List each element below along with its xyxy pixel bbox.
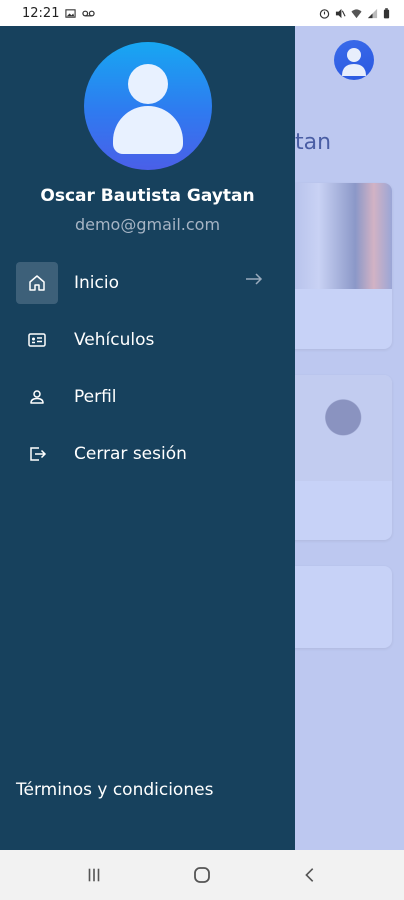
recent-apps-button[interactable] — [79, 860, 109, 890]
avatar-head-shape — [128, 64, 168, 104]
menu-item-label: Perfil — [74, 386, 117, 407]
menu-item-label: Vehículos — [74, 329, 155, 350]
terms-link[interactable]: Términos y condiciones — [16, 780, 213, 800]
user-avatar-icon — [342, 48, 366, 76]
menu-item-label: Inicio — [74, 272, 119, 293]
voicemail-icon — [82, 10, 96, 16]
avatar[interactable] — [334, 40, 374, 80]
status-bar: 12:21 — [0, 0, 404, 26]
logout-icon — [16, 433, 58, 475]
system-nav-bar — [0, 850, 404, 900]
menu-item-vehiculos[interactable]: Vehículos — [16, 311, 279, 368]
back-chevron-icon — [305, 868, 314, 882]
arrow-right-icon — [246, 273, 263, 285]
profile-email: demo@gmail.com — [74, 215, 221, 234]
mute-icon — [335, 8, 346, 18]
battery-icon — [383, 7, 390, 18]
menu-item-inicio[interactable]: Inicio — [16, 254, 279, 311]
status-right — [319, 7, 390, 19]
recent-apps-icon — [88, 868, 100, 882]
menu-item-cerrar-sesion[interactable]: Cerrar sesión — [16, 425, 279, 482]
home-button[interactable] — [187, 860, 217, 890]
home-icon — [16, 261, 58, 304]
menu-item-perfil[interactable]: Perfil — [16, 368, 279, 425]
image-notification-icon — [65, 8, 77, 18]
drawer-menu: Inicio Vehículos Perfil Cerrar sesión — [16, 254, 279, 482]
id-card-icon — [16, 319, 58, 361]
avatar-body-shape — [113, 106, 183, 154]
status-left: 12:21 — [22, 5, 96, 21]
user-icon — [16, 376, 58, 418]
back-button[interactable] — [295, 860, 325, 890]
signal-icon — [367, 8, 378, 18]
wifi-icon — [351, 8, 362, 18]
status-time: 12:21 — [22, 5, 60, 21]
alarm-icon — [319, 8, 330, 19]
home-circle-icon — [194, 867, 210, 883]
navigation-drawer: Oscar Bautista Gaytan demo@gmail.com Ini… — [0, 26, 295, 850]
profile-avatar — [84, 42, 212, 170]
profile-name: Oscar Bautista Gaytan — [40, 186, 255, 206]
menu-item-label: Cerrar sesión — [74, 443, 187, 464]
